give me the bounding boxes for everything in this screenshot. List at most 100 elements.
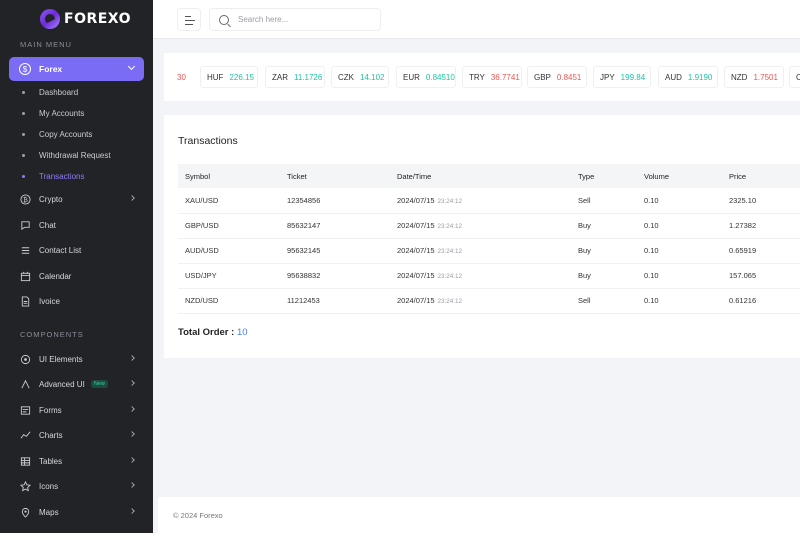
type-cell: Buy [571,238,637,264]
sidebar-item-forex[interactable]: $ Forex [9,57,144,81]
sidebar-item-label: Contact List [39,245,82,255]
ticker-value: 0.84510 [425,72,455,82]
time-text: 23:24:12 [437,273,463,280]
bullet-icon [22,175,25,178]
sidebar-item-calendar[interactable]: Calendar [20,268,138,284]
sidebar-subitem-label: Dashboard [39,88,79,97]
time-text: 23:24:12 [437,298,463,305]
sidebar-item-invoice[interactable]: Ivoice [20,293,138,309]
ticker-currency: C [796,72,800,82]
invoice-icon [20,295,31,307]
type-cell: Buy [571,263,637,289]
svg-text:₿: ₿ [23,195,28,203]
ticker-currency: CZK [338,72,354,82]
sidebar-item-label: Crypto [39,194,63,204]
sidebar-subitem-copy-accounts[interactable]: Copy Accounts [22,130,92,139]
chevron-right-icon [129,482,135,488]
type-cell: Buy [571,213,637,239]
sidebar-item-contact-list[interactable]: Contact List [20,242,138,258]
sidebar-item-forms[interactable]: Forms [20,402,138,418]
sidebar-subitem-dashboard[interactable]: Dashboard [22,88,78,97]
ticket-cell: 95638832 [280,263,390,289]
datetime-cell: 2024/07/15 23:24:12 [390,263,571,289]
ticker-value: 0.8451 [556,72,582,82]
brand-logo[interactable]: FOREXO [40,9,131,29]
main-menu-title: MAIN MENU [20,40,72,49]
symbol-cell: GBP/USD [178,213,280,239]
chevron-right-icon [129,431,135,437]
ticker-currency: HUF [207,72,224,82]
chevron-right-icon [129,508,135,514]
ticker-item: ZAR 11.1726 [265,66,325,88]
menu-icon-line [185,16,191,18]
menu-icon-line [185,20,195,22]
column-header[interactable]: Type [571,164,637,188]
time-text: 23:24:12 [437,248,463,255]
bullet-icon [22,91,25,94]
chevron-right-icon [129,355,135,361]
sidebar-item-chat[interactable]: Chat [20,217,138,233]
table-row[interactable]: USD/JPY 95638832 2024/07/15 23:24:12 Buy … [178,263,800,289]
ticker-item: GBP 0.8451 [527,66,587,88]
sidebar-item-label: Calendar [39,271,72,281]
logo-icon [40,9,60,29]
sidebar-item-label: Tables [39,456,63,466]
ticker-item-partial: C [789,66,800,88]
sidebar-item-advanced-ui[interactable]: Advanced UI New [20,376,138,392]
volume-cell: 0.10 [637,213,722,239]
chevron-right-icon [129,457,135,463]
sidebar-item-charts[interactable]: Charts [20,427,138,443]
transactions-table: Symbol Ticket Date/Time Type Volume Pric… [178,164,800,314]
column-header[interactable]: Price [722,164,800,188]
chevron-right-icon [129,380,135,386]
copyright-text: © 2024 Forexo [173,511,223,520]
sidebar-item-label: Chat [39,220,56,230]
table-row[interactable]: GBP/USD 85632147 2024/07/15 23:24:12 Buy … [178,213,800,239]
symbol-cell: XAU/USD [178,188,280,214]
price-cell: 1.27382 [722,213,800,239]
volume-cell: 0.10 [637,263,722,289]
ticker-item: CZK 14.102 [331,66,389,88]
table-row[interactable]: XAU/USD 12354856 2024/07/15 23:24:12 Sell… [178,188,800,214]
sidebar-item-maps[interactable]: Maps [20,504,138,520]
sidebar-subitem-transactions[interactable]: Transactions [22,172,85,181]
ticket-cell: 95632145 [280,238,390,264]
sidebar-item-crypto[interactable]: ₿ Crypto [20,191,138,207]
search-box[interactable] [209,8,381,31]
table-row[interactable]: NZD/USD 11212453 2024/07/15 23:24:12 Sell… [178,288,800,314]
sidebar-subitem-withdrawal-request[interactable]: Withdrawal Request [22,151,111,160]
volume-cell: 0.10 [637,188,722,214]
menu-toggle-button[interactable] [177,8,201,31]
table-row[interactable]: AUD/USD 95632145 2024/07/15 23:24:12 Buy … [178,238,800,264]
ticket-cell: 12354856 [280,188,390,214]
ticker-value: 1.9190 [687,72,713,82]
table-header-row: Symbol Ticket Date/Time Type Volume Pric… [178,164,800,188]
ticket-cell: 11212453 [280,288,390,314]
ticket-cell: 85632147 [280,213,390,239]
sidebar-subitem-label: Transactions [39,172,85,181]
date-text: 2024/07/15 [397,296,435,305]
sidebar-subitem-my-accounts[interactable]: My Accounts [22,109,84,118]
ticker-value: 226.15 [229,72,254,82]
sidebar-item-ui-elements[interactable]: UI Elements [20,351,138,367]
price-cell: 0.61216 [722,288,800,314]
chevron-right-icon [129,195,135,201]
card-title: Transactions [178,135,238,147]
search-input[interactable] [238,15,368,24]
ticker-value: 11.1726 [294,72,323,82]
icons-icon [20,480,31,492]
type-cell: Sell [571,188,637,214]
sidebar-item-icons[interactable]: Icons [20,478,138,494]
forms-icon [20,405,31,416]
column-header[interactable]: Date/Time [390,164,571,188]
top-bar [153,0,800,39]
footer: © 2024 Forexo [158,497,800,533]
sidebar-item-tables[interactable]: Tables [20,453,138,469]
column-header[interactable]: Ticket [280,164,390,188]
column-header[interactable]: Symbol [178,164,280,188]
column-header[interactable]: Volume [637,164,722,188]
ticker-value: 30 [177,72,186,82]
datetime-cell: 2024/07/15 23:24:12 [390,238,571,264]
symbol-cell: USD/JPY [178,263,280,289]
sidebar-item-label: Maps [39,507,59,517]
